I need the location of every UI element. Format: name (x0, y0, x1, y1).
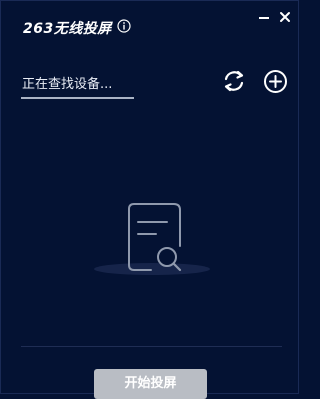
info-icon[interactable] (117, 19, 131, 33)
start-casting-button[interactable]: 开始投屏 (94, 369, 207, 399)
close-icon[interactable] (277, 9, 293, 25)
refresh-icon[interactable] (221, 68, 247, 94)
app-title: 263无线投屏 (23, 21, 112, 37)
add-circle-icon[interactable] (263, 69, 288, 94)
app-window: 263无线投屏 正在查找设备... 开始投屏 (0, 0, 299, 399)
status-text: 正在查找设备... (22, 77, 113, 92)
document-search-icon (94, 203, 210, 275)
title-bar: 263无线投屏 (1, 1, 298, 37)
minimize-icon[interactable] (256, 9, 272, 25)
search-status: 正在查找设备... (21, 71, 134, 99)
footer-divider (21, 346, 282, 347)
